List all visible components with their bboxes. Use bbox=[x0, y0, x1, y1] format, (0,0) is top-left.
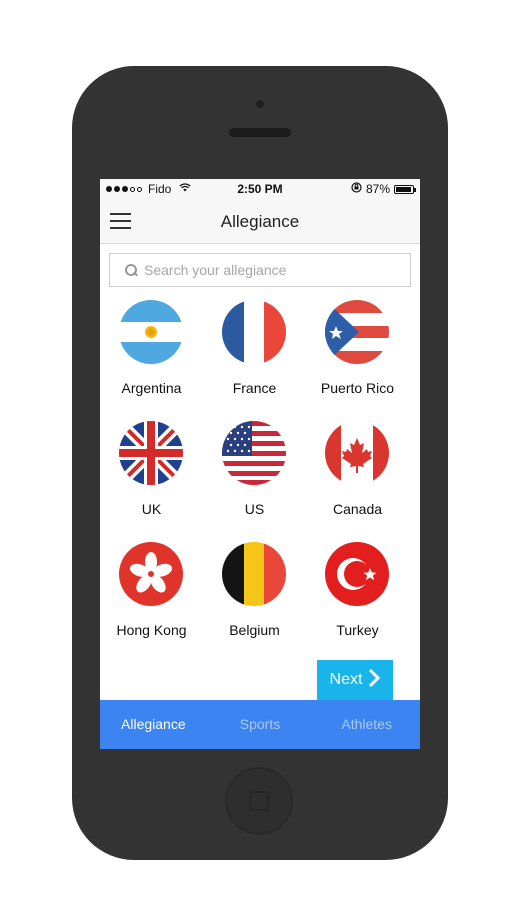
search-icon bbox=[125, 264, 138, 277]
country-france[interactable]: France bbox=[203, 296, 306, 406]
status-right: 87% bbox=[351, 182, 416, 196]
next-button[interactable]: Next bbox=[317, 660, 393, 700]
country-us[interactable]: US bbox=[203, 417, 306, 527]
search-input[interactable] bbox=[144, 262, 394, 278]
canada-flag-icon bbox=[325, 421, 389, 485]
hamburger-icon[interactable] bbox=[110, 213, 131, 229]
argentina-flag-icon bbox=[119, 300, 183, 364]
uk-flag-icon bbox=[119, 421, 183, 485]
country-label: Belgium bbox=[229, 622, 280, 638]
country-label: UK bbox=[141, 501, 162, 517]
tab-allegiance[interactable]: Allegiance bbox=[100, 700, 207, 749]
hong-kong-flag-icon bbox=[119, 542, 183, 606]
battery-fill bbox=[396, 186, 412, 192]
country-label: Puerto Rico bbox=[320, 380, 395, 396]
nav-bar: Allegiance bbox=[100, 199, 420, 244]
status-bar: Fido 2:50 PM 87% bbox=[100, 179, 420, 199]
puerto-rico-flag-icon bbox=[325, 300, 389, 364]
country-label: Argentina bbox=[121, 380, 182, 396]
tab-bar: Allegiance Sports Athletes bbox=[100, 700, 420, 749]
chevron-right-icon bbox=[368, 668, 381, 692]
country-label: Turkey bbox=[336, 622, 379, 638]
app-screen: Fido 2:50 PM 87% Allegiance Argenti bbox=[100, 179, 420, 749]
country-label: Hong Kong bbox=[116, 622, 187, 638]
tab-sports[interactable]: Sports bbox=[207, 700, 314, 749]
country-label: US bbox=[244, 501, 265, 517]
battery-percent: 87% bbox=[365, 182, 390, 196]
battery-icon bbox=[394, 184, 416, 194]
search-bar[interactable] bbox=[109, 253, 411, 287]
page-title: Allegiance bbox=[220, 212, 300, 231]
earpiece-speaker bbox=[229, 128, 291, 137]
home-square-icon bbox=[249, 791, 269, 811]
next-button-label: Next bbox=[329, 671, 363, 688]
front-camera bbox=[256, 100, 264, 108]
country-canada[interactable]: Canada bbox=[306, 417, 409, 527]
us-flag-icon bbox=[222, 421, 286, 485]
belgium-flag-icon bbox=[222, 542, 286, 606]
france-flag-icon bbox=[222, 300, 286, 364]
country-puerto-rico[interactable]: Puerto Rico bbox=[306, 296, 409, 406]
turkey-flag-icon bbox=[325, 542, 389, 606]
country-belgium[interactable]: Belgium bbox=[203, 538, 306, 648]
country-label: France bbox=[232, 380, 277, 396]
home-button[interactable] bbox=[225, 767, 293, 835]
country-uk[interactable]: UK bbox=[100, 417, 203, 527]
rotation-lock-icon bbox=[351, 182, 362, 196]
tab-athletes[interactable]: Athletes bbox=[313, 700, 420, 749]
country-hong-kong[interactable]: Hong Kong bbox=[100, 538, 203, 648]
country-label: Canada bbox=[332, 501, 383, 517]
country-argentina[interactable]: Argentina bbox=[100, 296, 203, 406]
country-turkey[interactable]: Turkey bbox=[306, 538, 409, 648]
